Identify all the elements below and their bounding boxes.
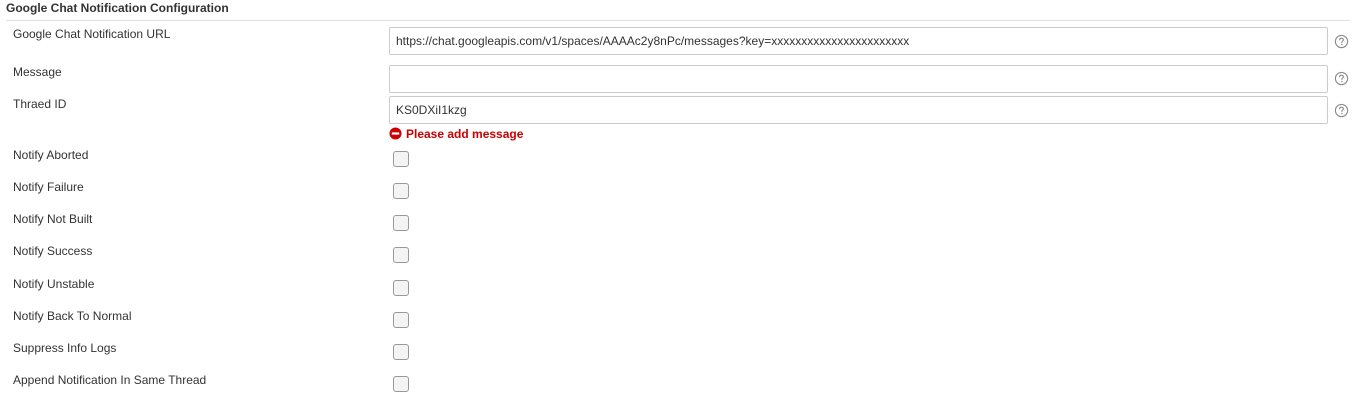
message-label: Message	[13, 65, 62, 79]
validation-error: Please add message	[389, 126, 523, 141]
checkbox-notify-unstable[interactable]	[393, 280, 409, 296]
checkbox-notify-aborted[interactable]	[393, 151, 409, 167]
option-label-notify-unstable: Notify Unstable	[13, 277, 95, 291]
checkbox-notify-failure[interactable]	[393, 183, 409, 199]
checkbox-notify-not-built[interactable]	[393, 215, 409, 231]
option-label-notify-not-built: Notify Not Built	[13, 212, 93, 226]
error-text: Please add message	[406, 126, 524, 141]
checkbox-append-same-thread[interactable]	[393, 376, 409, 392]
checkbox-notify-success[interactable]	[393, 247, 409, 263]
option-label-notify-success: Notify Success	[13, 244, 93, 258]
checkbox-notify-back-to-normal[interactable]	[393, 312, 409, 328]
option-label-notify-back-to-normal: Notify Back To Normal	[13, 309, 132, 323]
section-title: Google Chat Notification Configuration	[6, 1, 229, 15]
help-icon[interactable]	[1334, 34, 1349, 49]
section-header: Google Chat Notification Configuration	[6, 0, 1350, 21]
checkbox-suppress-info-logs[interactable]	[393, 344, 409, 360]
option-label-append-same-thread: Append Notification In Same Thread	[13, 373, 207, 387]
help-icon[interactable]	[1334, 71, 1349, 86]
url-label: Google Chat Notification URL	[13, 27, 171, 41]
error-icon	[389, 127, 402, 140]
help-icon[interactable]	[1334, 103, 1349, 118]
thread-id-label: Thraed ID	[13, 97, 67, 111]
option-label-notify-aborted: Notify Aborted	[13, 148, 89, 162]
option-label-notify-failure: Notify Failure	[13, 180, 84, 194]
url-input[interactable]	[389, 27, 1328, 55]
option-label-suppress-info-logs: Suppress Info Logs	[13, 341, 117, 355]
thread-id-input[interactable]	[389, 96, 1328, 124]
message-input[interactable]	[389, 65, 1328, 93]
